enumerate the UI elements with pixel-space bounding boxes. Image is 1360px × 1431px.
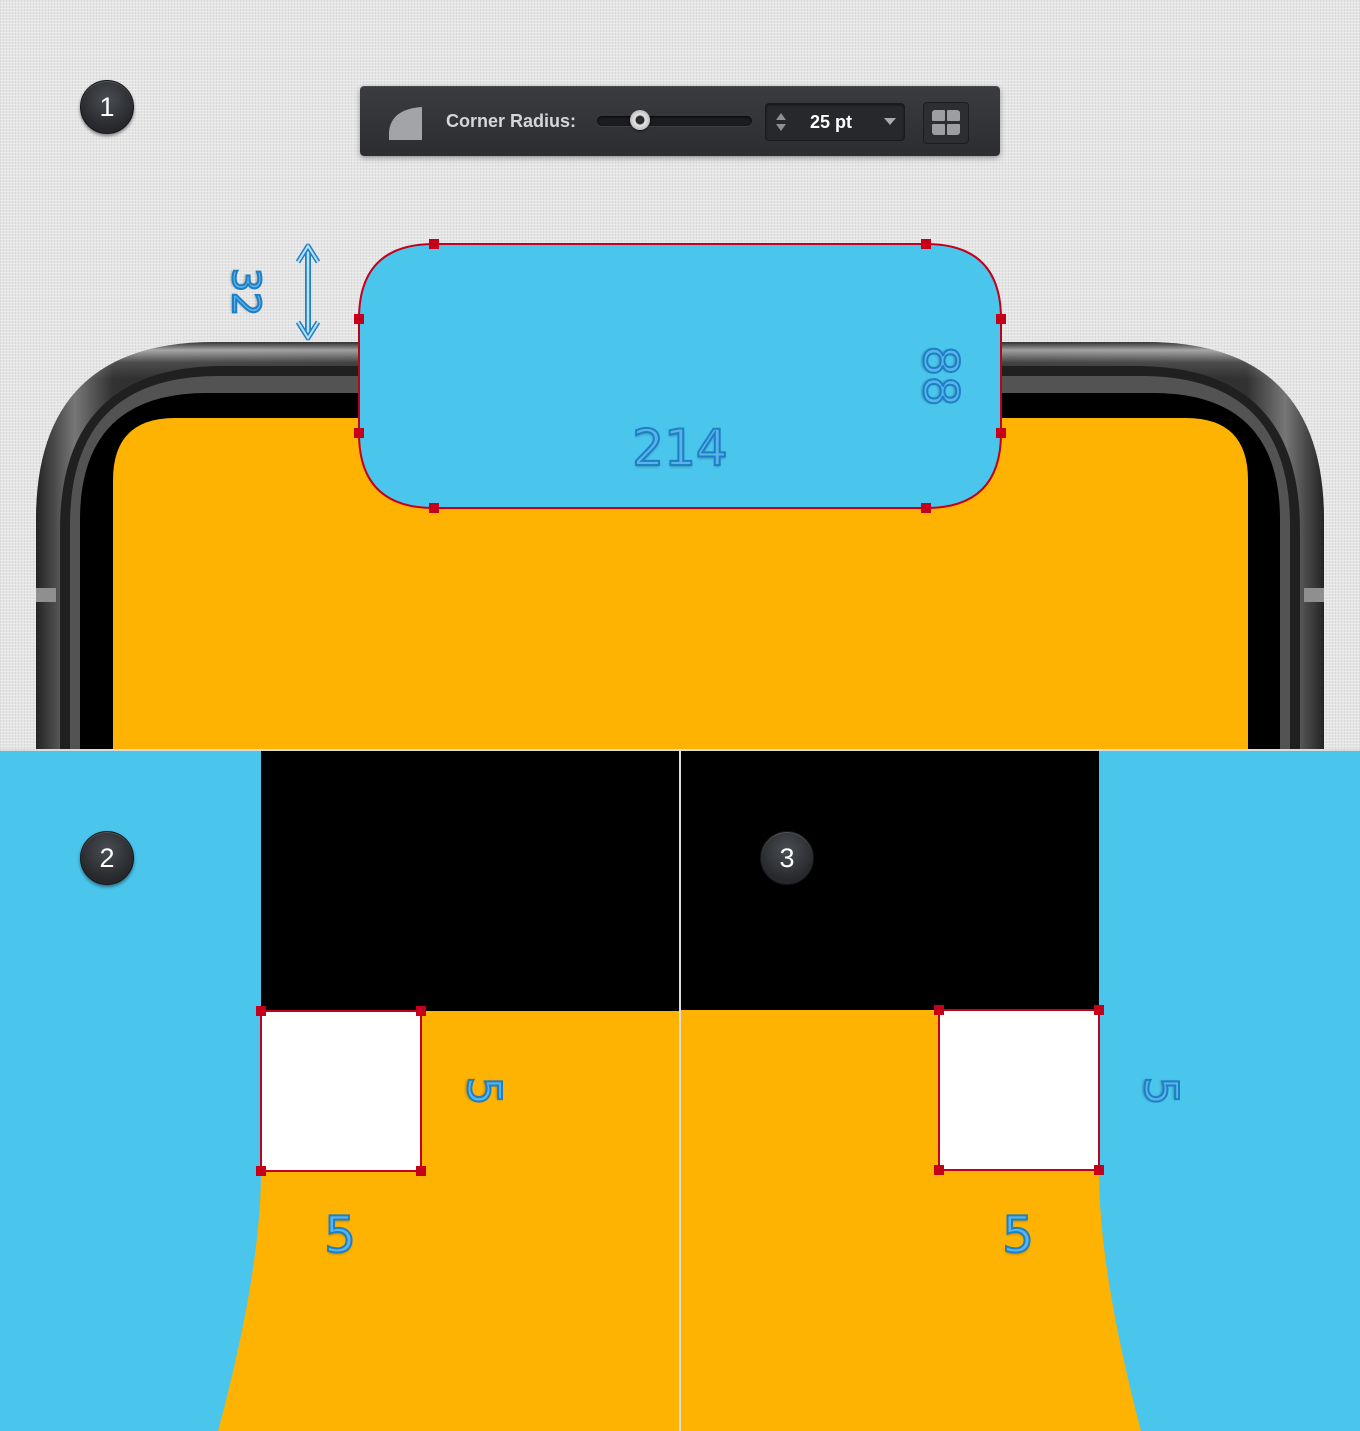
double-arrow-icon — [295, 243, 321, 341]
white-square — [938, 1009, 1100, 1171]
step-3-square-width-measure: 5 — [1001, 1205, 1035, 1265]
side-button-left — [36, 588, 56, 602]
notch-height-measure: 88 — [911, 344, 969, 407]
step-2-square-height-measure: 5 — [456, 1075, 512, 1106]
step-3-square-height-measure: 5 — [1133, 1075, 1189, 1106]
notch-width-measure: 214 — [631, 418, 728, 478]
step-2-canvas: 2 5 5 — [0, 751, 679, 1431]
black-bezel-area — [261, 751, 679, 1011]
white-square — [260, 1010, 422, 1172]
step-1-canvas: 1 Corner Radius: 25 pt 32 88 214 — [0, 0, 1360, 750]
black-bezel-area — [681, 751, 1099, 1010]
notch-offset-measure: 32 — [223, 267, 269, 317]
side-button-right — [1304, 588, 1324, 602]
step-2-square-width-measure: 5 — [323, 1205, 357, 1265]
phone-illustration — [36, 239, 1324, 750]
step-3-canvas: 3 5 5 — [681, 751, 1360, 1431]
step-3-badge: 3 — [760, 831, 814, 885]
step-2-badge: 2 — [80, 831, 134, 885]
